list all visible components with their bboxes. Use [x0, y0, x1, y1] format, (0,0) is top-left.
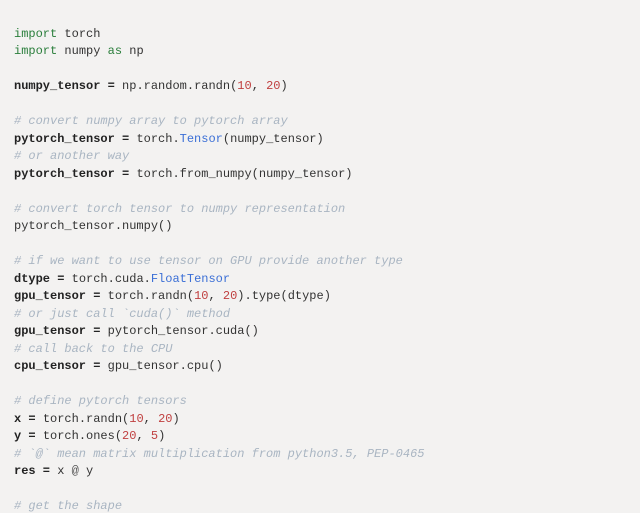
line-7: pytorch_tensor = torch.Tensor(numpy_tens… [14, 132, 324, 146]
var-res: res [14, 464, 36, 478]
fn-randn: randn [151, 289, 187, 303]
fn-randn: randn [194, 79, 230, 93]
line-1: import torch [14, 27, 100, 41]
fn-from-numpy: from_numpy [180, 167, 252, 181]
attr-random: random [144, 79, 187, 93]
line-15: dtype = torch.cuda.FloatTensor [14, 272, 230, 286]
keyword-import: import [14, 27, 57, 41]
comment: # if we want to use tensor on GPU provid… [14, 254, 403, 268]
var-gpu-tensor: gpu_tensor [14, 324, 86, 338]
var-pytorch-tensor: pytorch_tensor [14, 132, 115, 146]
line-2: import numpy as np [14, 44, 144, 58]
line-23: x = torch.randn(10, 20) [14, 412, 180, 426]
num-10: 10 [129, 412, 143, 426]
num-10: 10 [194, 289, 208, 303]
var-gpu-tensor: gpu_tensor [14, 289, 86, 303]
fn-type: type [252, 289, 281, 303]
comment: # get the shape [14, 499, 122, 513]
num-5: 5 [151, 429, 158, 443]
num-20: 20 [122, 429, 136, 443]
equals: = [100, 79, 122, 93]
class-tensor: Tensor [180, 132, 223, 146]
var-dtype: dtype [14, 272, 50, 286]
line-20: cpu_tensor = gpu_tensor.cpu() [14, 359, 223, 373]
code-block: import torch import numpy as np numpy_te… [0, 0, 640, 513]
num-20: 20 [266, 79, 280, 93]
num-20: 20 [223, 289, 237, 303]
var-numpy-tensor: numpy_tensor [14, 79, 100, 93]
line-26: res = x @ y [14, 464, 93, 478]
comment: # convert numpy array to pytorch array [14, 114, 288, 128]
comment: # `@` mean matrix multiplication from py… [14, 447, 424, 461]
line-4: numpy_tensor = np.random.randn(10, 20) [14, 79, 288, 93]
class-floattensor: FloatTensor [151, 272, 230, 286]
fn-cpu: cpu [187, 359, 209, 373]
comment: # call back to the CPU [14, 342, 172, 356]
comment: # define pytorch tensors [14, 394, 187, 408]
comment: # or just call `cuda()` method [14, 307, 230, 321]
line-12: pytorch_tensor.numpy() [14, 219, 172, 233]
fn-cuda: cuda [216, 324, 245, 338]
fn-ones: ones [86, 429, 115, 443]
module-torch: torch [64, 27, 100, 41]
var-pytorch-tensor: pytorch_tensor [14, 167, 115, 181]
op-matmul: @ [64, 464, 86, 478]
fn-randn: randn [86, 412, 122, 426]
line-16: gpu_tensor = torch.randn(10, 20).type(dt… [14, 289, 331, 303]
var-cpu-tensor: cpu_tensor [14, 359, 86, 373]
line-18: gpu_tensor = pytorch_tensor.cuda() [14, 324, 259, 338]
num-10: 10 [237, 79, 251, 93]
comment: # convert torch tensor to numpy represen… [14, 202, 345, 216]
module-numpy: numpy [64, 44, 100, 58]
ns-np: np [122, 79, 136, 93]
keyword-import: import [14, 44, 57, 58]
fn-numpy: numpy [122, 219, 158, 233]
num-20: 20 [158, 412, 172, 426]
comment: # or another way [14, 149, 129, 163]
line-24: y = torch.ones(20, 5) [14, 429, 165, 443]
line-9: pytorch_tensor = torch.from_numpy(numpy_… [14, 167, 353, 181]
keyword-as: as [108, 44, 122, 58]
alias-np: np [129, 44, 143, 58]
